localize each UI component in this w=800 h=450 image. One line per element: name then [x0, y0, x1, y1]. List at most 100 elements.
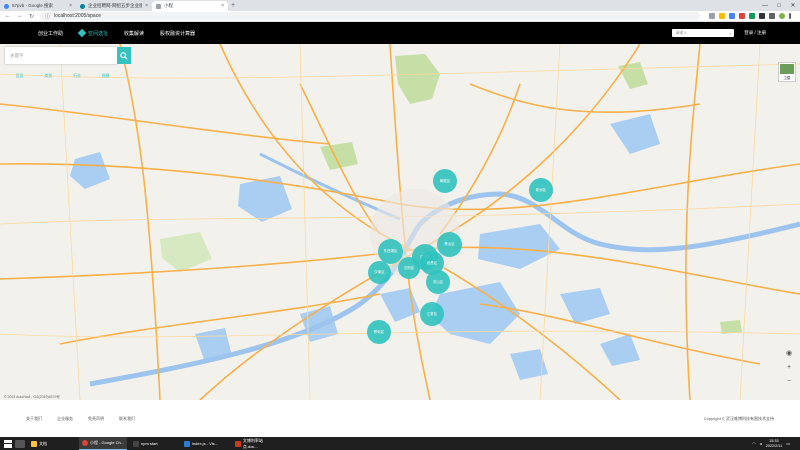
- new-tab-button[interactable]: +: [228, 1, 238, 11]
- cluster-marker[interactable]: 蔡甸区: [367, 320, 391, 344]
- nav-item-collect[interactable]: 收集解读: [124, 30, 144, 37]
- bing-icon: [80, 3, 85, 9]
- star-icon[interactable]: [719, 13, 725, 19]
- close-icon[interactable]: ×: [221, 3, 224, 9]
- zoom-in-button[interactable]: +: [785, 364, 793, 372]
- map-search-input[interactable]: 关键字: [5, 47, 117, 64]
- tab-title: 57pvb - Google 搜索: [12, 3, 54, 8]
- filter-industry[interactable]: 行业: [73, 74, 81, 79]
- layer-label: 卫星: [783, 76, 791, 80]
- header-search-placeholder: 请输入: [675, 30, 688, 35]
- close-icon[interactable]: ×: [69, 3, 72, 9]
- main-nav: 创业工作助 空间选址 收集解读 股权融资计算器: [38, 28, 195, 38]
- minimize-icon[interactable]: —: [758, 3, 772, 9]
- map-basemap: [0, 44, 800, 400]
- filter-category[interactable]: 类别: [45, 74, 53, 79]
- google-icon: [4, 3, 9, 9]
- footer-link-disclaimer[interactable]: 免责声明: [88, 416, 104, 422]
- extension-icon[interactable]: [749, 13, 755, 19]
- search-icon[interactable]: ⌕: [729, 31, 731, 36]
- map-search-button[interactable]: [117, 47, 131, 64]
- close-icon[interactable]: ×: [145, 3, 148, 9]
- nav-item-label: 空间选址: [88, 30, 109, 37]
- puzzle-icon[interactable]: [769, 13, 775, 19]
- profile-avatar[interactable]: [779, 13, 785, 19]
- taskbar-app-terminal[interactable]: npm start: [130, 437, 178, 450]
- map-attribution: © 2022 AutoNavi - GS(2019)6379号: [4, 395, 60, 399]
- volume-icon[interactable]: ◂: [760, 441, 762, 446]
- zoom-out-button[interactable]: −: [785, 378, 793, 386]
- cluster-marker[interactable]: 青山区: [437, 232, 462, 257]
- header-search-input[interactable]: 请输入 ⌕: [672, 29, 735, 37]
- forward-icon[interactable]: →: [16, 13, 23, 19]
- taskbar-app-label: 小程 - Google Ch...: [90, 440, 125, 445]
- satellite-layer-toggle[interactable]: 卫星: [778, 62, 796, 82]
- map-search-placeholder: 关键字: [10, 52, 24, 58]
- address-bar[interactable]: ⓘ localhost:2005/space: [40, 12, 700, 20]
- search-icon: [120, 51, 128, 60]
- taskbar-app-label: 文博利率站点.doc...: [242, 437, 263, 449]
- share-icon[interactable]: [709, 13, 715, 19]
- diamond-logo-icon: [77, 28, 87, 38]
- search-icon[interactable]: [15, 439, 25, 448]
- taskbar-app-files[interactable]: 文档: [28, 437, 76, 450]
- filter-scale[interactable]: 规模: [102, 74, 110, 79]
- map-canvas[interactable]: 黄陂区 新洲区 东西湖区 汉阳区 江岸区 青山区 汉南区 武昌区 洪山区 江夏区…: [0, 44, 800, 400]
- login-link[interactable]: 登录 / 注册: [744, 30, 766, 36]
- zoom-controls: ◉ + −: [785, 350, 793, 386]
- app-header: 创业工作助 空间选址 收集解读 股权融资计算器 请输入 ⌕ 登录 / 注册: [0, 22, 800, 44]
- tab-title: 企业招聘网-网招五步企业版-57...: [88, 3, 143, 8]
- reload-icon[interactable]: ↻: [28, 13, 35, 20]
- map-filters: 区县 类别 行业 规模: [16, 74, 109, 79]
- browser-tab-job[interactable]: 企业招聘网-网招五步企业版-57... ×: [76, 1, 152, 11]
- nav-item-startup[interactable]: 创业工作助: [38, 30, 63, 37]
- chrome-icon: [82, 440, 88, 446]
- header-right: 请输入 ⌕ 登录 / 注册: [672, 29, 800, 37]
- cluster-marker[interactable]: 黄陂区: [433, 169, 457, 193]
- footer-link-contact[interactable]: 联系我们: [119, 416, 135, 422]
- terminal-icon: [133, 440, 139, 447]
- nav-item-equity-calculator[interactable]: 股权融资计算器: [160, 30, 195, 37]
- cluster-marker[interactable]: 汉南区: [368, 261, 391, 284]
- nav-item-site-selection[interactable]: 空间选址: [77, 28, 109, 38]
- wifi-icon[interactable]: ◠: [752, 441, 756, 446]
- notification-icon[interactable]: ▭: [786, 441, 790, 446]
- page-icon: [156, 3, 161, 9]
- folder-icon: [31, 440, 37, 447]
- vscode-icon: [184, 440, 190, 447]
- info-icon[interactable]: ⓘ: [45, 13, 50, 20]
- footer-link-services[interactable]: 企业服务: [57, 416, 73, 422]
- taskbar-app-word[interactable]: 文博利率站点.doc...: [232, 437, 280, 450]
- cluster-marker[interactable]: 江夏区: [420, 302, 444, 326]
- taskbar-app-label: index.js - Vis...: [192, 441, 218, 446]
- window-controls: — □ ✕: [758, 0, 800, 11]
- locate-icon[interactable]: ◉: [785, 350, 793, 358]
- browser-tab-active[interactable]: 小程 ×: [152, 1, 228, 11]
- filter-district[interactable]: 区县: [16, 74, 24, 79]
- footer-copyright: Copyright © 武汉唯博科技有限技术支持: [703, 415, 774, 421]
- clock-date: 2022/2/11: [765, 443, 783, 448]
- taskbar-app-chrome[interactable]: 小程 - Google Ch...: [79, 437, 127, 450]
- back-icon[interactable]: ←: [4, 13, 11, 19]
- window-close-icon[interactable]: ✕: [786, 2, 800, 9]
- windows-taskbar: 文档 小程 - Google Ch... npm start index.js …: [0, 437, 800, 450]
- extension-icon[interactable]: [759, 13, 765, 19]
- menu-icon[interactable]: [789, 13, 791, 19]
- translate-icon[interactable]: [729, 13, 735, 19]
- page-footer: 关于我们 企业服务 免责声明 联系我们 Copyright © 武汉唯博科技有限…: [0, 400, 800, 437]
- cluster-marker[interactable]: 洪山区: [426, 270, 450, 294]
- url-text: localhost:2005/space: [54, 13, 101, 19]
- extension-icon[interactable]: [739, 13, 745, 19]
- windows-start-icon[interactable]: [4, 439, 12, 448]
- cluster-marker[interactable]: 新洲区: [529, 178, 553, 202]
- taskbar-app-vscode[interactable]: index.js - Vis...: [181, 437, 229, 450]
- footer-link-about[interactable]: 关于我们: [26, 416, 42, 422]
- system-tray: ◠ ◂ 15:33 2022/2/11 ▭: [752, 439, 800, 449]
- tab-title: 小程: [164, 3, 173, 8]
- maximize-icon[interactable]: □: [772, 3, 786, 9]
- browser-tab-google[interactable]: 57pvb - Google 搜索 ×: [0, 1, 76, 11]
- taskbar-app-label: 文档: [39, 440, 47, 446]
- extension-icons: [709, 13, 791, 19]
- browser-toolbar: ← → ↻ ⓘ localhost:2005/space: [0, 11, 800, 22]
- system-clock[interactable]: 15:33 2022/2/11: [766, 439, 783, 449]
